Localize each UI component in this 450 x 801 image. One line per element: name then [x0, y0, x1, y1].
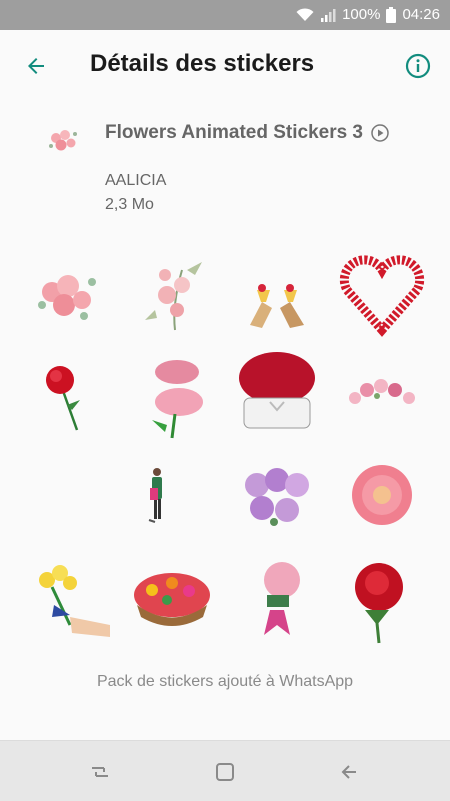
app-bar: Détails des stickers: [0, 30, 450, 102]
pack-author: AALICIA: [105, 172, 167, 189]
recent-apps-button[interactable]: [85, 757, 115, 787]
sticker-woman-with-flowers[interactable]: [22, 450, 112, 540]
sticker-toasting-hands[interactable]: [232, 250, 322, 340]
back-nav-button[interactable]: [335, 757, 365, 787]
pack-header: Flowers Animated Stickers 3 AALICIA 2,3 …: [0, 110, 450, 230]
clock: 04:26: [402, 6, 440, 23]
sticker-pink-rose-pair[interactable]: [127, 350, 217, 440]
sticker-single-red-rose[interactable]: [22, 350, 112, 440]
recent-apps-icon: [92, 767, 108, 777]
info-icon: [405, 53, 431, 79]
sticker-pink-rose-bow[interactable]: [232, 555, 322, 645]
added-to-whatsapp-note: Pack de stickers ajouté à WhatsApp: [96, 673, 354, 690]
pack-name-text: Flowers Animated Stickers 3: [105, 122, 364, 143]
pack-name: Flowers Animated Stickers 3: [105, 122, 389, 144]
system-nav-bar: [0, 740, 450, 801]
pack-size: 2,3 Mo: [105, 196, 154, 213]
play-icon[interactable]: [371, 124, 389, 142]
back-nav-icon: [341, 765, 356, 779]
sticker-flower-basket[interactable]: [127, 555, 217, 645]
sticker-rose-heart-wreath[interactable]: [337, 250, 427, 340]
sticker-woman-with-flowers-figure[interactable]: [127, 450, 217, 540]
back-button[interactable]: [18, 48, 54, 84]
sticker-red-rose[interactable]: [337, 555, 427, 645]
signal-icon: [320, 8, 336, 22]
sticker-pink-roses-bouquet[interactable]: [22, 250, 112, 340]
status-bar: 100% 04:26: [0, 0, 450, 30]
sticker-red-roses-hatbox[interactable]: [232, 350, 322, 440]
info-button[interactable]: [400, 48, 436, 84]
sticker-pink-dahlia[interactable]: [337, 450, 427, 540]
sticker-grid: [22, 250, 428, 650]
pack-tray-icon: [44, 122, 82, 160]
sticker-yellow-roses-hand[interactable]: [22, 555, 112, 645]
battery-level: 100%: [342, 6, 381, 23]
wifi-icon: [296, 7, 314, 22]
sticker-purple-roses-bunch[interactable]: [232, 450, 322, 540]
arrow-left-icon: [28, 58, 44, 74]
sticker-roses-branch[interactable]: [127, 250, 217, 340]
page-title: Détails des stickers: [90, 50, 315, 77]
home-button[interactable]: [210, 757, 240, 787]
home-icon: [216, 763, 234, 781]
sticker-rose-garland[interactable]: [337, 350, 427, 440]
status-icons: 100% 04:26: [296, 6, 440, 23]
battery-icon: [386, 6, 397, 23]
